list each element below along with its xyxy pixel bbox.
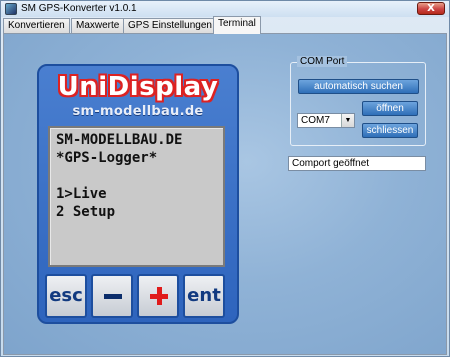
com-port-group: COM Port automatisch suchen COM7 ▼ öffne… bbox=[290, 56, 426, 146]
app-window: SM GPS-Konverter v1.0.1 X Konvertieren M… bbox=[0, 0, 450, 357]
lcd-line-2: *GPS-Logger* bbox=[56, 150, 158, 166]
minus-key[interactable] bbox=[91, 274, 133, 318]
window-title: SM GPS-Konverter v1.0.1 bbox=[21, 3, 137, 14]
close-button[interactable]: X bbox=[417, 2, 445, 15]
esc-key[interactable]: esc bbox=[45, 274, 87, 318]
unidisplay-logo: UniDisplay bbox=[57, 72, 219, 102]
plus-icon-vertical bbox=[157, 287, 162, 305]
lcd-line-4: 1>Live bbox=[56, 186, 107, 202]
chevron-down-icon[interactable]: ▼ bbox=[341, 114, 354, 127]
lcd-line-1: SM-MODELLBAU.DE bbox=[56, 132, 183, 148]
minus-icon bbox=[104, 294, 122, 299]
tab-maxwerte[interactable]: Maxwerte bbox=[71, 18, 125, 33]
app-icon bbox=[5, 3, 17, 15]
tab-terminal[interactable]: Terminal bbox=[213, 16, 261, 34]
plus-key[interactable] bbox=[137, 274, 179, 318]
device-subtitle: sm-modellbau.de bbox=[72, 104, 204, 119]
tab-bar: Konvertieren Maxwerte GPS Einstellungen … bbox=[3, 16, 449, 34]
lcd-display: SM-MODELLBAU.DE *GPS-Logger* 1>Live 2 Se… bbox=[48, 126, 225, 267]
status-field: Comport geöffnet bbox=[288, 156, 426, 171]
unidisplay-device: UniDisplay sm-modellbau.de SM-MODELLBAU.… bbox=[37, 64, 239, 324]
title-bar[interactable]: SM GPS-Konverter v1.0.1 X bbox=[1, 1, 449, 17]
auto-search-button[interactable]: automatisch suchen bbox=[298, 79, 419, 94]
com-port-group-title: COM Port bbox=[297, 56, 348, 67]
terminal-panel: UniDisplay sm-modellbau.de SM-MODELLBAU.… bbox=[3, 33, 447, 355]
lcd-line-5: 2 Setup bbox=[56, 204, 116, 220]
com-port-select[interactable]: COM7 ▼ bbox=[297, 113, 355, 128]
device-keypad: esc ent bbox=[45, 274, 229, 318]
com-port-selected-value: COM7 bbox=[301, 115, 330, 126]
close-port-button[interactable]: schliessen bbox=[362, 123, 418, 138]
open-port-button[interactable]: öffnen bbox=[362, 101, 418, 116]
ent-key[interactable]: ent bbox=[183, 274, 225, 318]
tab-konvertieren[interactable]: Konvertieren bbox=[3, 18, 70, 33]
tab-gps-einstellungen[interactable]: GPS Einstellungen bbox=[123, 18, 217, 33]
